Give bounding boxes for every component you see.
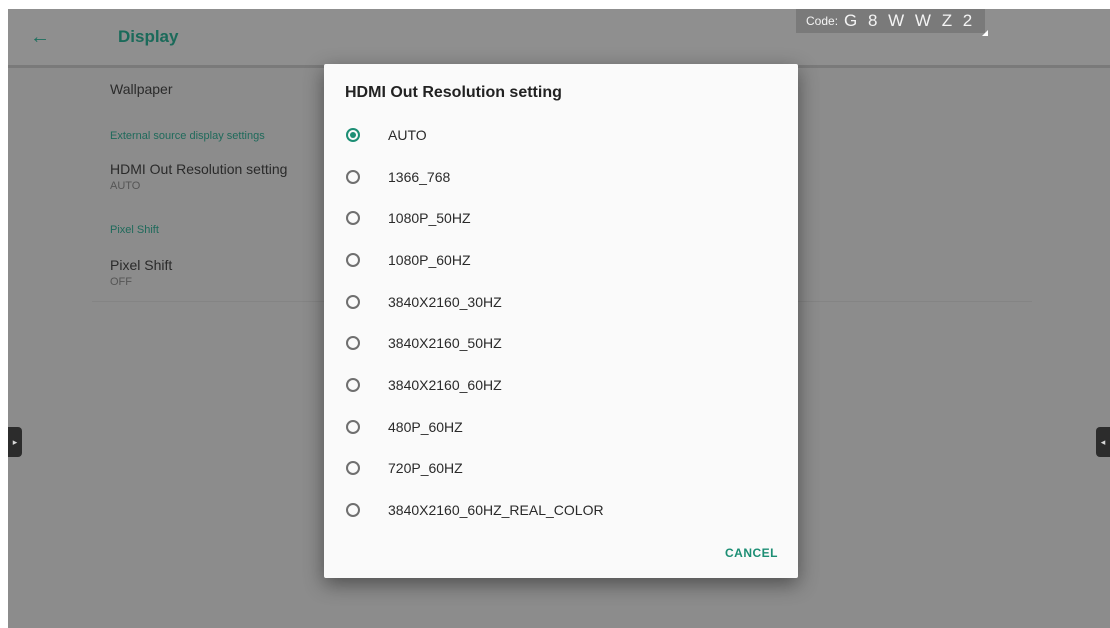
resolution-option[interactable]: 3840X2160_60HZ_REAL_COLOR [324,489,798,531]
resolution-option[interactable]: 1080P_50HZ [324,197,798,239]
option-label: AUTO [388,126,427,143]
radio-unchecked-icon[interactable] [346,294,360,309]
dialog-title: HDMI Out Resolution setting [345,84,562,101]
preference-summary: AUTO [110,180,141,192]
radio-unchecked-icon[interactable] [346,503,360,518]
option-label: 1366_768 [388,168,451,185]
right-side-tab[interactable]: ◂ [1096,427,1110,457]
radio-unchecked-icon[interactable] [346,336,360,351]
resolution-option[interactable]: 1080P_60HZ [324,239,798,281]
option-label: 3840X2160_30HZ [388,293,502,310]
left-side-tab[interactable]: ▸ [8,427,22,457]
radio-unchecked-icon[interactable] [346,252,360,267]
option-label: 720P_60HZ [388,460,463,477]
preference-summary: OFF [110,276,132,288]
screen: ← Display Code: G 8 W W Z 2 Wallpaper Ex… [8,9,1110,628]
chevron-right-icon: ▸ [12,436,18,447]
resolution-dialog: HDMI Out Resolution setting AUTO 1366_768… [324,64,798,578]
preference-title: HDMI Out Resolution setting [110,161,288,177]
chevron-left-icon: ◂ [1100,436,1106,447]
option-label: 480P_60HZ [388,418,463,435]
option-label: 3840X2160_50HZ [388,335,502,352]
page-title: Display [118,27,179,46]
resolution-option[interactable]: AUTO [324,114,798,156]
code-badge: Code: G 8 W W Z 2 [796,9,989,36]
resolution-option[interactable]: 3840X2160_30HZ [324,281,798,323]
preference-title: Wallpaper [110,81,173,97]
radio-unchecked-icon[interactable] [346,461,360,476]
arrow-left-icon: ← [30,26,50,48]
category-pixel-shift: Pixel Shift [110,224,159,236]
option-label: 1080P_60HZ [388,251,471,268]
radio-unchecked-icon[interactable] [346,377,360,392]
hdmi-resolution-preference[interactable]: HDMI Out Resolution setting AUTO [110,161,287,192]
back-button[interactable]: ← [28,25,52,49]
category-external-source: External source display settings [110,130,265,142]
resolution-option[interactable]: 720P_60HZ [324,448,798,490]
radio-checked-icon[interactable] [346,127,360,142]
preference-title: Pixel Shift [110,257,173,273]
resize-corner-icon [982,30,989,36]
pixel-shift-preference[interactable]: Pixel Shift OFF [110,257,172,288]
code-label: Code: [806,14,839,28]
code-value: G 8 W W Z 2 [844,11,976,30]
radio-unchecked-icon[interactable] [346,169,360,184]
resolution-option[interactable]: 3840X2160_50HZ [324,322,798,364]
resolution-options-list: AUTO 1366_768 1080P_50HZ 1080P_60HZ 3840X216… [324,114,798,531]
radio-unchecked-icon[interactable] [346,211,360,226]
option-label: 1080P_50HZ [388,210,471,227]
resolution-option[interactable]: 1366_768 [324,156,798,198]
option-label: 3840X2160_60HZ_REAL_COLOR [388,502,604,519]
resolution-option[interactable]: 480P_60HZ [324,406,798,448]
wallpaper-preference[interactable]: Wallpaper [110,81,173,97]
option-label: 3840X2160_60HZ [388,376,502,393]
radio-unchecked-icon[interactable] [346,419,360,434]
resolution-option[interactable]: 3840X2160_60HZ [324,364,798,406]
cancel-button[interactable]: CANCEL [725,546,778,560]
